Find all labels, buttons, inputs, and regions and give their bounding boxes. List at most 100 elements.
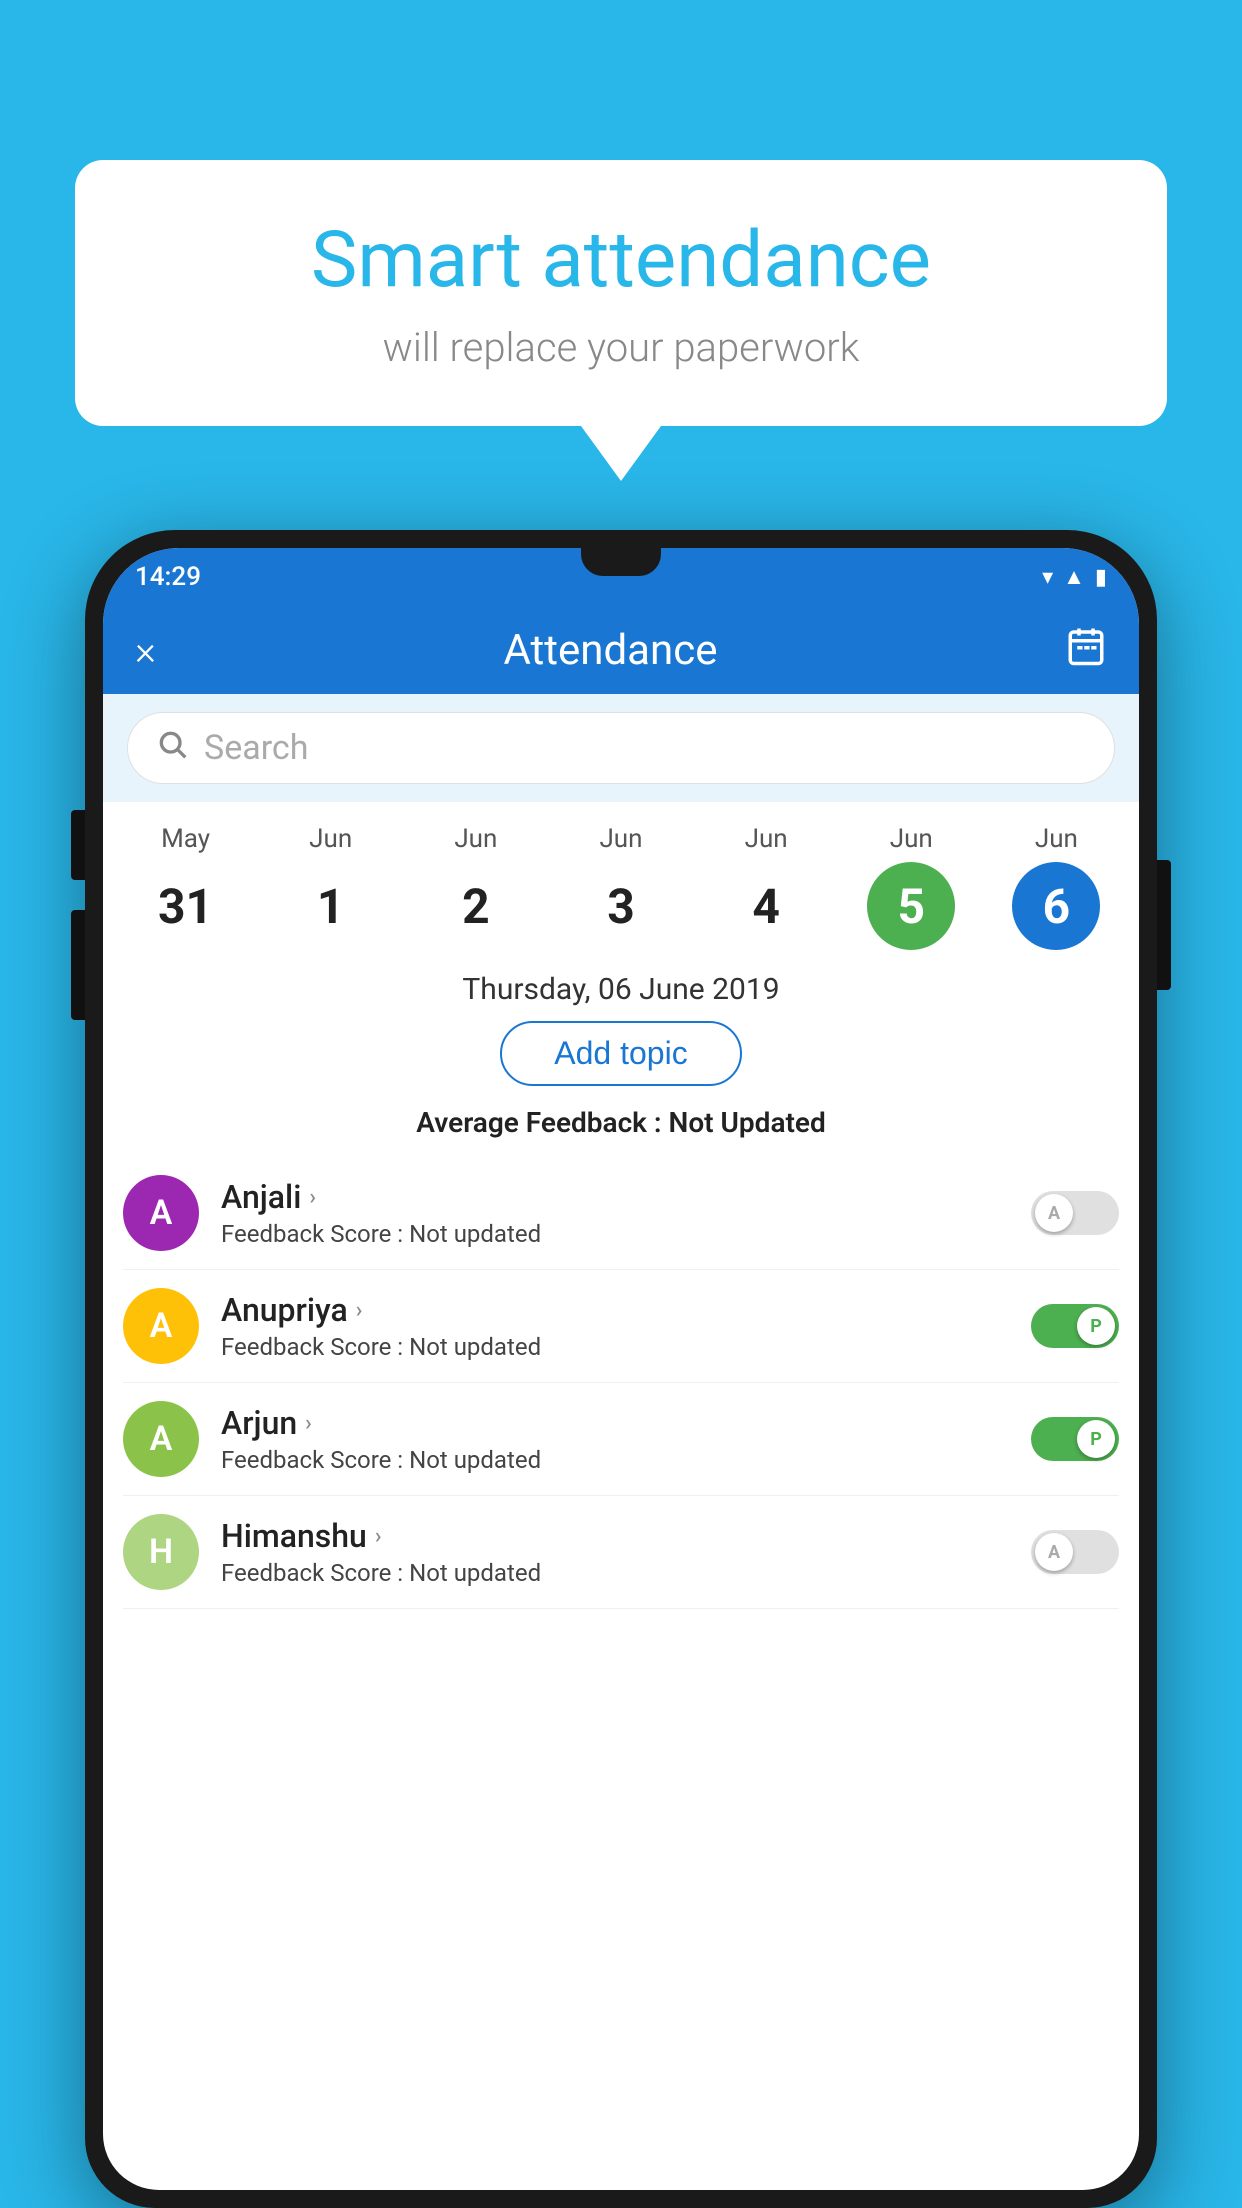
toggle-knob: A: [1035, 1533, 1073, 1571]
student-name-text: Anjali: [221, 1178, 301, 1216]
student-info: Anjali › Feedback Score : Not updated: [221, 1178, 1019, 1248]
speech-bubble: Smart attendance will replace your paper…: [75, 160, 1167, 426]
calendar-button[interactable]: [1065, 625, 1107, 676]
student-feedback: Feedback Score : Not updated: [221, 1446, 1019, 1474]
search-icon: [156, 728, 188, 768]
student-name-text: Himanshu: [221, 1517, 367, 1555]
cal-date-number[interactable]: 31: [142, 862, 230, 950]
battery-icon: ▮: [1095, 565, 1107, 590]
student-info: Anupriya › Feedback Score : Not updated: [221, 1291, 1019, 1361]
chevron-icon: ›: [309, 1185, 316, 1210]
toggle-wrap[interactable]: P: [1031, 1304, 1119, 1348]
avg-feedback-label: Average Feedback :: [416, 1106, 668, 1139]
status-time: 14:29: [135, 562, 201, 592]
notch: [581, 548, 661, 576]
status-bar: 14:29 ▾ ▲ ▮: [103, 548, 1139, 606]
student-info: Himanshu › Feedback Score : Not updated: [221, 1517, 1019, 1587]
close-button[interactable]: ×: [135, 627, 156, 674]
calendar-day-0[interactable]: May 31: [126, 824, 246, 950]
cal-date-number[interactable]: 5: [867, 862, 955, 950]
cal-date-number[interactable]: 1: [287, 862, 375, 950]
avg-feedback-value: Not Updated: [669, 1106, 826, 1139]
calendar-day-6[interactable]: Jun 6: [996, 824, 1116, 950]
side-button-volume-up: [71, 810, 85, 880]
student-list: AAnjali ›Feedback Score : Not updatedAAA…: [103, 1157, 1139, 1609]
signal-icon: ▲: [1063, 564, 1085, 590]
phone-screen: 14:29 ▾ ▲ ▮ × Attendance: [103, 548, 1139, 2190]
cal-month-label: Jun: [454, 824, 497, 854]
feedback-value: Not updated: [409, 1446, 541, 1474]
avg-feedback: Average Feedback : Not Updated: [103, 1106, 1139, 1139]
side-button-power: [1157, 860, 1171, 990]
student-item-2[interactable]: A Arjun › Feedback Score : Not updated P: [123, 1383, 1119, 1496]
student-name: Himanshu ›: [221, 1517, 1019, 1555]
status-icons: ▾ ▲ ▮: [1042, 564, 1107, 590]
student-info: Arjun › Feedback Score : Not updated: [221, 1404, 1019, 1474]
cal-month-label: Jun: [599, 824, 642, 854]
cal-date-number[interactable]: 4: [722, 862, 810, 950]
toggle-knob: A: [1035, 1194, 1073, 1232]
student-feedback: Feedback Score : Not updated: [221, 1333, 1019, 1361]
feedback-value: Not updated: [409, 1333, 541, 1361]
selected-date-label: Thursday, 06 June 2019: [103, 950, 1139, 1021]
bubble-subtitle: will replace your paperwork: [135, 324, 1107, 371]
attendance-toggle[interactable]: P: [1031, 1417, 1119, 1461]
phone-frame: 14:29 ▾ ▲ ▮ × Attendance: [85, 530, 1157, 2208]
student-name: Anupriya ›: [221, 1291, 1019, 1329]
calendar-day-1[interactable]: Jun 1: [271, 824, 391, 950]
cal-month-label: Jun: [309, 824, 352, 854]
student-item-3[interactable]: H Himanshu › Feedback Score : Not updated A: [123, 1496, 1119, 1609]
app-header: × Attendance: [103, 606, 1139, 694]
student-avatar: A: [123, 1401, 199, 1477]
student-feedback: Feedback Score : Not updated: [221, 1559, 1019, 1587]
feedback-value: Not updated: [409, 1220, 541, 1248]
toggle-wrap[interactable]: P: [1031, 1417, 1119, 1461]
toggle-wrap[interactable]: A: [1031, 1191, 1119, 1235]
student-feedback: Feedback Score : Not updated: [221, 1220, 1019, 1248]
search-bar[interactable]: Search: [127, 712, 1115, 784]
cal-date-number[interactable]: 2: [432, 862, 520, 950]
calendar-day-5[interactable]: Jun 5: [851, 824, 971, 950]
student-avatar: A: [123, 1288, 199, 1364]
student-avatar: H: [123, 1514, 199, 1590]
student-name-text: Arjun: [221, 1404, 297, 1442]
student-item-1[interactable]: A Anupriya › Feedback Score : Not updated P: [123, 1270, 1119, 1383]
cal-month-label: Jun: [745, 824, 788, 854]
cal-date-number[interactable]: 3: [577, 862, 665, 950]
chevron-icon: ›: [305, 1411, 312, 1436]
attendance-toggle[interactable]: A: [1031, 1530, 1119, 1574]
chevron-icon: ›: [375, 1524, 382, 1549]
bubble-arrow: [581, 426, 661, 481]
toggle-knob: P: [1077, 1420, 1115, 1458]
bubble-title: Smart attendance: [135, 215, 1107, 306]
feedback-value: Not updated: [409, 1559, 541, 1587]
cal-month-label: Jun: [1035, 824, 1078, 854]
student-name: Anjali ›: [221, 1178, 1019, 1216]
student-name: Arjun ›: [221, 1404, 1019, 1442]
toggle-wrap[interactable]: A: [1031, 1530, 1119, 1574]
toggle-knob: P: [1077, 1307, 1115, 1345]
speech-bubble-container: Smart attendance will replace your paper…: [75, 160, 1167, 481]
student-avatar: A: [123, 1175, 199, 1251]
attendance-toggle[interactable]: P: [1031, 1304, 1119, 1348]
add-topic-button[interactable]: Add topic: [500, 1021, 741, 1086]
calendar-day-3[interactable]: Jun 3: [561, 824, 681, 950]
feedback-label: Feedback Score :: [221, 1446, 409, 1474]
attendance-toggle[interactable]: A: [1031, 1191, 1119, 1235]
cal-month-label: Jun: [890, 824, 933, 854]
feedback-label: Feedback Score :: [221, 1333, 409, 1361]
side-button-volume-down: [71, 910, 85, 1020]
calendar-day-4[interactable]: Jun 4: [706, 824, 826, 950]
student-name-text: Anupriya: [221, 1291, 348, 1329]
student-item-0[interactable]: A Anjali › Feedback Score : Not updated A: [123, 1157, 1119, 1270]
search-placeholder[interactable]: Search: [204, 728, 308, 768]
wifi-icon: ▾: [1042, 565, 1053, 590]
calendar-row: May 31 Jun 1 Jun 2 Jun 3 Jun 4 Jun 5 Jun 6: [103, 802, 1139, 950]
cal-month-label: May: [161, 824, 210, 854]
cal-date-number[interactable]: 6: [1012, 862, 1100, 950]
feedback-label: Feedback Score :: [221, 1220, 409, 1248]
search-container: Search: [103, 694, 1139, 802]
chevron-icon: ›: [356, 1298, 363, 1323]
header-title: Attendance: [503, 626, 717, 675]
calendar-day-2[interactable]: Jun 2: [416, 824, 536, 950]
